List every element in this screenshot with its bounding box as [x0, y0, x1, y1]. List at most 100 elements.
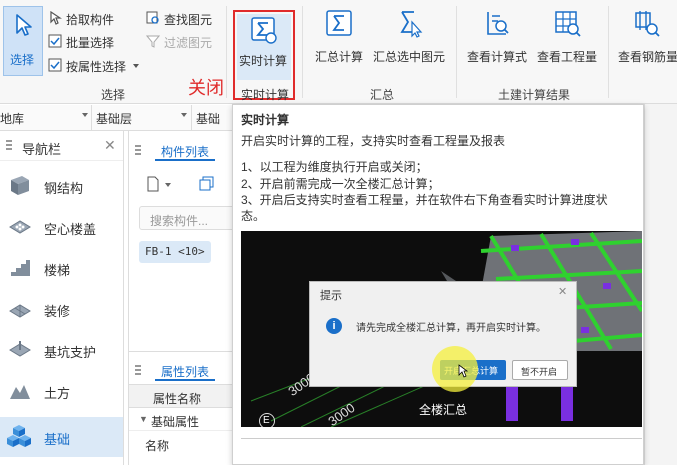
tab-component-list[interactable]: 构件列表 [155, 139, 215, 161]
tooltip-footer-divider [241, 438, 642, 439]
props-row[interactable]: 名称 [129, 432, 238, 456]
props-header: 属性名称 [129, 384, 238, 408]
cursor-icon [458, 364, 468, 378]
component-item[interactable]: FB-1 <10> [139, 241, 211, 263]
civil-group-label: 土建计算结果 [498, 88, 571, 102]
pit-support-icon [9, 341, 31, 357]
realtime-calc-tooltip: 实时计算 开启实时计算的工程，支持实时查看工程量及报表 1、以工程为维度执行开启… [232, 104, 644, 465]
batch-select-button[interactable]: 批量选择 [48, 33, 128, 51]
drag-handle-icon[interactable] [135, 365, 141, 377]
panel-divider [129, 351, 238, 352]
nav-item-pit-support[interactable]: 基坑支护 [0, 330, 123, 370]
sum-group-label: 汇总 [370, 88, 395, 102]
cursor-highlight [432, 346, 478, 392]
new-doc-icon [147, 176, 159, 192]
layer-dropdown[interactable]: 基础层 [94, 105, 192, 131]
collapse-icon[interactable]: ▼ [139, 414, 148, 424]
nav-item-hollow-floor[interactable]: 空心楼盖 [0, 207, 123, 247]
preview-dialog-message: 请先完成全楼汇总计算，再开启实时计算。 [356, 323, 546, 334]
select-group-label: 选择 [101, 88, 126, 102]
drag-handle-icon[interactable] [6, 140, 12, 152]
close-icon: ✕ [558, 286, 568, 298]
earthwork-icon [10, 385, 30, 399]
quantity-icon [555, 11, 581, 37]
component-item-label: FB-1 <10> [145, 245, 205, 258]
sum-selected-button[interactable]: 汇总选中图元 [370, 8, 448, 70]
nav-item-label: 基坑支护 [44, 345, 97, 360]
close-icon[interactable]: ✕ [104, 137, 116, 154]
right-strip [644, 104, 677, 465]
tooltip-desc: 开启实时计算的工程，支持实时查看工程量及报表 [241, 134, 506, 148]
chevron-down-icon [181, 113, 187, 117]
view-quantity-label: 查看工程量 [536, 50, 597, 64]
view-quantity-button[interactable]: 查看工程量 [534, 8, 600, 70]
props-tab-label: 属性列表 [161, 365, 210, 379]
floor-dropdown[interactable]: 地库 [0, 105, 92, 131]
drag-handle-icon[interactable] [135, 145, 141, 157]
props-row-label: 名称 [145, 439, 170, 453]
filter-icon [146, 35, 160, 48]
select-by-attr-button[interactable]: 按属性选择 [48, 57, 139, 75]
tooltip-line-2: 2、开启前需完成一次全楼汇总计算； [241, 177, 440, 191]
ribbon: 选择 拾取构件 批量选择 按属性选择 查找图元 过滤图元 选择 实时计算 实时计… [0, 0, 677, 104]
category-value: 基础 [196, 112, 221, 126]
nav-panel: 导航栏 ✕ 钢结构 空心楼盖 楼梯 装修 基坑支护 土方 基础 [0, 131, 124, 465]
select-button[interactable]: 选择 [3, 6, 43, 76]
component-tab-label: 构件列表 [161, 145, 210, 159]
nav-item-label: 土方 [44, 386, 71, 401]
tooltip-title: 实时计算 [241, 113, 290, 127]
nav-item-label: 装修 [44, 304, 71, 319]
realtime-group-label: 实时计算 [241, 88, 290, 102]
hollow-floor-icon [9, 220, 31, 234]
stairs-icon [11, 260, 30, 276]
component-panel: 构件列表 搜索构件... FB-1 <10> 属性列表 属性名称 ▼ 基础属性 … [128, 131, 238, 465]
nav-item-label: 基础 [44, 432, 71, 447]
axis-marker: E [259, 413, 275, 427]
nav-item-decoration[interactable]: 装修 [0, 289, 123, 329]
preview-caption: 全楼汇总 [419, 403, 468, 417]
nav-item-label: 楼梯 [44, 263, 71, 278]
new-component-button[interactable] [145, 176, 175, 194]
decoration-icon [9, 304, 31, 318]
nav-title: 导航栏 [22, 142, 62, 157]
realtime-calc-icon [251, 17, 277, 44]
foundation-icon [7, 425, 31, 447]
nav-item-earthwork[interactable]: 土方 [0, 371, 123, 411]
sigma-select-icon [400, 11, 423, 38]
preview-dialog-secondary: 暂不开启 [512, 360, 568, 380]
find-icon [146, 11, 159, 24]
filter-element-button[interactable]: 过滤图元 [146, 33, 226, 51]
tooltip-line-1: 1、以工程为维度执行开启或关闭； [241, 160, 428, 174]
cursor-icon [16, 14, 32, 36]
steel-icon [11, 176, 29, 195]
preview-dialog: 提示 ✕ i 请先完成全楼汇总计算，再开启实时计算。 开启汇总计算 暂不开启 [309, 281, 577, 392]
realtime-calc-button[interactable]: 实时计算 实时计算 [233, 10, 295, 102]
divider [226, 6, 227, 98]
select-button-label: 选择 [10, 53, 35, 67]
tab-property-list[interactable]: 属性列表 [155, 359, 215, 381]
chevron-down-icon [133, 64, 139, 68]
nav-item-steel[interactable]: 钢结构 [0, 166, 123, 206]
nav-item-foundation[interactable]: 基础 [0, 417, 123, 457]
props-group-row[interactable]: ▼ 基础属性 [129, 409, 238, 431]
sigma-icon [326, 10, 352, 36]
props-group-label: 基础属性 [151, 415, 200, 429]
nav-header: 导航栏 ✕ [0, 131, 123, 161]
filter-element-label: 过滤图元 [164, 36, 213, 50]
view-rebar-button[interactable]: 查看钢筋量 [614, 8, 677, 70]
rebar-icon [634, 11, 660, 37]
view-formula-label: 查看计算式 [466, 50, 527, 64]
find-element-button[interactable]: 查找图元 [146, 10, 226, 28]
axis-marker-label: E [263, 415, 270, 426]
category-dropdown[interactable]: 基础 [194, 105, 234, 131]
floor-value: 地库 [0, 112, 25, 126]
select-by-attr-label: 按属性选择 [66, 60, 127, 74]
pick-component-button[interactable]: 拾取构件 [48, 10, 128, 28]
nav-item-label: 空心楼盖 [44, 222, 97, 237]
copy-icon[interactable] [199, 176, 215, 192]
sum-calc-button[interactable]: 汇总计算 [312, 8, 366, 70]
view-formula-button[interactable]: 查看计算式 [464, 8, 530, 70]
component-search-input[interactable]: 搜索构件... [139, 206, 238, 230]
nav-item-stairs[interactable]: 楼梯 [0, 248, 123, 288]
search-placeholder: 搜索构件... [150, 214, 209, 228]
